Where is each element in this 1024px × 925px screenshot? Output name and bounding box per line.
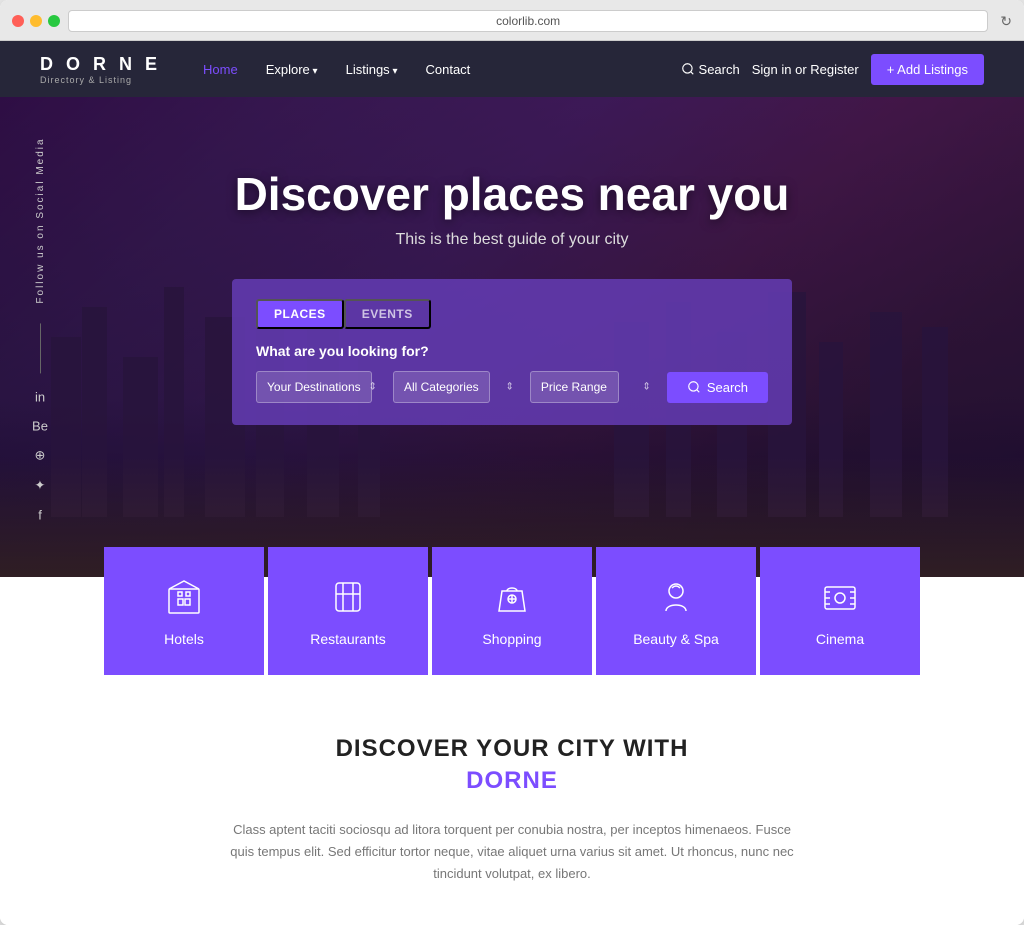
category-tiles: Hotels Restaurants [0, 547, 1024, 675]
social-divider [40, 324, 41, 374]
discover-section: DISCOVER YOUR CITY WITH DORNE Class apte… [0, 675, 1024, 925]
search-submit-icon [687, 380, 701, 394]
instagram-icon[interactable]: ⊕ [35, 448, 46, 464]
site-content: D O R N E Directory & Listing Home Explo… [0, 41, 1024, 925]
hotels-label: Hotels [164, 631, 204, 647]
search-tabs: PLACES EVENTS [256, 299, 768, 329]
category-select[interactable]: All Categories Hotels Restaurants Shoppi… [393, 371, 490, 403]
category-hotels[interactable]: Hotels [104, 547, 264, 675]
tab-events[interactable]: EVENTS [344, 299, 431, 329]
hero-subtitle: This is the best guide of your city [235, 231, 790, 249]
minimize-button[interactable] [30, 15, 42, 27]
search-button[interactable]: Search [681, 62, 740, 77]
add-listing-button[interactable]: + Add Listings [871, 54, 984, 85]
search-box: PLACES EVENTS What are you looking for? … [232, 279, 792, 425]
discover-title: DISCOVER YOUR CITY WITH [40, 735, 984, 763]
beauty-icon [654, 575, 698, 619]
hotels-icon [162, 575, 206, 619]
destination-wrapper: Your Destinations New York Los Angeles C… [256, 371, 385, 403]
search-submit-button[interactable]: Search [667, 372, 768, 403]
category-restaurants[interactable]: Restaurants [268, 547, 428, 675]
nav-links: Home Explore Listings Contact [191, 56, 681, 83]
logo-subtitle: Directory & Listing [40, 75, 161, 85]
browser-chrome: colorlib.com ↻ [0, 0, 1024, 41]
cinema-label: Cinema [816, 631, 864, 647]
hero-content: Discover places near you This is the bes… [235, 97, 790, 279]
category-cinema[interactable]: Cinema [760, 547, 920, 675]
shopping-icon [490, 575, 534, 619]
address-bar[interactable]: colorlib.com [68, 10, 988, 32]
navbar: D O R N E Directory & Listing Home Explo… [0, 41, 1024, 97]
refresh-icon[interactable]: ↻ [1000, 13, 1012, 30]
destination-select[interactable]: Your Destinations New York Los Angeles C… [256, 371, 372, 403]
tab-places[interactable]: PLACES [256, 299, 344, 329]
logo: D O R N E Directory & Listing [40, 54, 161, 85]
hero-title: Discover places near you [235, 167, 790, 221]
discover-brand: DORNE [40, 767, 984, 795]
search-icon [681, 62, 695, 76]
behance-icon[interactable]: Be [32, 419, 48, 434]
nav-explore[interactable]: Explore [254, 56, 330, 83]
restaurants-label: Restaurants [310, 631, 385, 647]
hero-section: Follow us on Social Media in Be ⊕ ✦ f Di… [0, 97, 1024, 577]
browser-window: colorlib.com ↻ D O R N E Directory & Lis… [0, 0, 1024, 925]
category-wrapper: All Categories Hotels Restaurants Shoppi… [393, 371, 522, 403]
nav-right: Search Sign in or Register + Add Listing… [681, 54, 984, 85]
price-wrapper: Price Range $0 - $50 $50 - $100 $100+ [530, 371, 659, 403]
shopping-label: Shopping [482, 631, 541, 647]
restaurants-icon [326, 575, 370, 619]
search-row: Your Destinations New York Los Angeles C… [256, 371, 768, 403]
signin-link[interactable]: Sign in or Register [752, 62, 859, 77]
logo-title: D O R N E [40, 54, 161, 75]
nav-home[interactable]: Home [191, 56, 250, 83]
linkedin-icon[interactable]: in [35, 390, 45, 405]
traffic-lights [12, 15, 60, 27]
nav-listings[interactable]: Listings [334, 56, 410, 83]
twitter-icon[interactable]: ✦ [35, 478, 46, 494]
social-label: Follow us on Social Media [35, 137, 46, 303]
beauty-label: Beauty & Spa [633, 631, 719, 647]
nav-contact[interactable]: Contact [413, 56, 482, 83]
facebook-icon[interactable]: f [38, 508, 42, 523]
maximize-button[interactable] [48, 15, 60, 27]
category-beauty[interactable]: Beauty & Spa [596, 547, 756, 675]
category-shopping[interactable]: Shopping [432, 547, 592, 675]
social-sidebar: Follow us on Social Media in Be ⊕ ✦ f [18, 137, 62, 536]
search-label: What are you looking for? [256, 343, 768, 359]
discover-description: Class aptent taciti sociosqu ad litora t… [222, 819, 802, 885]
price-select[interactable]: Price Range $0 - $50 $50 - $100 $100+ [530, 371, 619, 403]
close-button[interactable] [12, 15, 24, 27]
cinema-icon [818, 575, 862, 619]
